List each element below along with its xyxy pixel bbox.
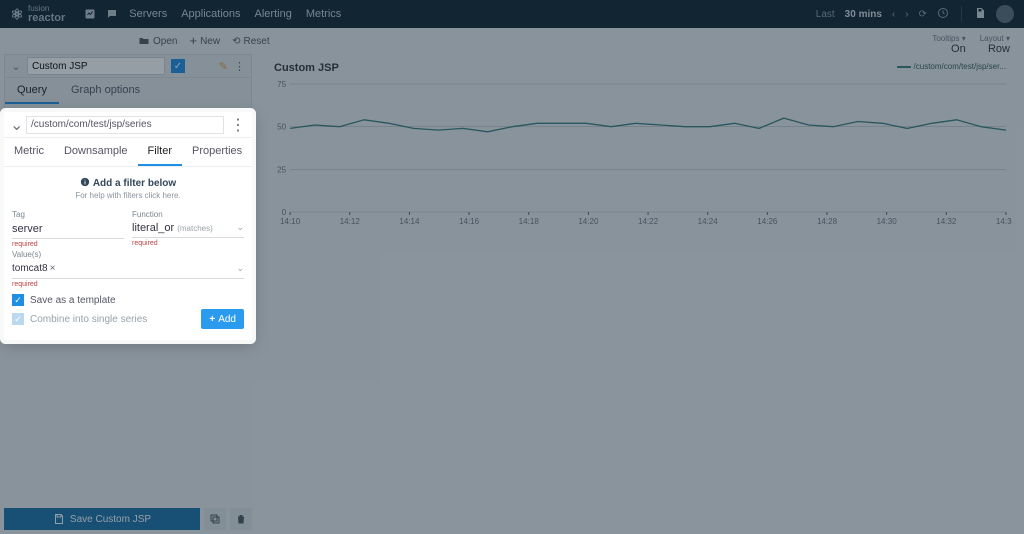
add-filter-button[interactable]: +Add <box>201 309 244 329</box>
svg-text:14:22: 14:22 <box>638 217 659 226</box>
save-template-checkbox[interactable]: ✓ <box>12 294 24 306</box>
tab-metric[interactable]: Metric <box>4 138 54 166</box>
svg-text:14:34: 14:34 <box>996 217 1012 226</box>
layout-toggle[interactable]: Layout ▾Row <box>980 34 1010 55</box>
svg-text:14:18: 14:18 <box>519 217 540 226</box>
delete-button[interactable] <box>230 508 252 530</box>
svg-text:14:28: 14:28 <box>817 217 838 226</box>
clock-icon[interactable] <box>937 7 949 22</box>
panel-title-input[interactable] <box>27 57 165 75</box>
values-label: Value(s) <box>12 250 244 259</box>
svg-text:75: 75 <box>277 80 286 89</box>
save-dashboard-button[interactable]: Save Custom JSP <box>4 508 200 530</box>
combine-label: Combine into single series <box>30 314 147 325</box>
tab-query[interactable]: Query <box>5 78 59 104</box>
values-chevron-icon[interactable]: ⌄ <box>236 263 244 274</box>
tooltips-toggle[interactable]: Tooltips ▾On <box>932 34 965 55</box>
combine-checkbox[interactable]: ✓ <box>12 313 24 325</box>
tab-downsample[interactable]: Downsample <box>54 138 138 166</box>
svg-text:14:14: 14:14 <box>399 217 420 226</box>
svg-text:14:10: 14:10 <box>280 217 301 226</box>
tag-label: Tag <box>12 210 124 219</box>
function-required: required <box>132 240 244 247</box>
save-file-icon[interactable] <box>974 7 986 22</box>
reset-button[interactable]: ⟲Reset <box>232 36 270 47</box>
tag-select[interactable] <box>12 220 124 239</box>
refresh-icon[interactable]: ⟳ <box>919 9 927 20</box>
time-range-prefix: Last <box>816 9 835 20</box>
chart-legend[interactable]: /custom/com/test/jsp/ser... <box>897 62 1006 71</box>
metric-path-input[interactable] <box>26 116 224 134</box>
tab-properties[interactable]: Properties <box>182 138 252 166</box>
panel-collapse-icon[interactable]: ⌄ <box>11 60 21 73</box>
tab-filter[interactable]: Filter <box>138 138 182 166</box>
nav-servers[interactable]: Servers <box>129 8 167 20</box>
panel-visible-checkbox[interactable]: ✓ <box>171 59 185 73</box>
svg-text:50: 50 <box>277 123 286 132</box>
save-template-label: Save as a template <box>30 295 116 306</box>
chart-panel: Custom JSP /custom/com/test/jsp/ser... 1… <box>268 58 1012 244</box>
dashboard-icon[interactable] <box>79 3 101 25</box>
svg-text:14:26: 14:26 <box>757 217 778 226</box>
chat-icon[interactable] <box>101 3 123 25</box>
chevron-down-icon[interactable]: ⌄ <box>236 222 244 233</box>
nav-applications[interactable]: Applications <box>181 8 240 20</box>
app-topbar: fusionreactor Servers Applications Alert… <box>0 0 1024 28</box>
filter-editor-panel: ⌄ ⋮ Metric Downsample Filter Properties … <box>4 112 252 340</box>
function-select[interactable]: literal_or <box>132 222 174 234</box>
values-required: required <box>12 281 244 288</box>
new-button[interactable]: +New <box>189 36 220 47</box>
tab-graph-options[interactable]: Graph options <box>59 78 152 104</box>
tag-required: required <box>12 241 124 248</box>
svg-text:14:16: 14:16 <box>459 217 480 226</box>
function-label: Function <box>132 210 244 219</box>
metric-collapse-icon[interactable]: ⌄ <box>10 115 20 135</box>
time-range-value[interactable]: 30 mins <box>845 9 882 20</box>
copy-button[interactable] <box>204 508 226 530</box>
svg-text:14:20: 14:20 <box>578 217 599 226</box>
svg-text:25: 25 <box>277 165 286 174</box>
user-avatar[interactable] <box>996 5 1014 23</box>
remove-token-icon[interactable]: × <box>50 263 56 274</box>
nav-metrics[interactable]: Metrics <box>306 8 341 20</box>
svg-text:14:12: 14:12 <box>340 217 361 226</box>
svg-text:14:32: 14:32 <box>936 217 957 226</box>
brand-bottom-text: reactor <box>28 13 65 24</box>
open-button[interactable]: Open <box>138 35 177 47</box>
svg-text:14:24: 14:24 <box>698 217 719 226</box>
time-next-icon[interactable]: › <box>905 9 908 20</box>
brand-logo: fusionreactor <box>10 5 65 24</box>
function-hint: (matches) <box>177 224 213 233</box>
value-token[interactable]: tomcat8× <box>12 262 55 275</box>
svg-text:0: 0 <box>282 208 287 217</box>
edit-icon[interactable]: ✎ <box>219 60 228 73</box>
chart-svg[interactable]: 14:10 14:12 14:14 14:16 14:18 14:20 14:22 14:24… <box>268 78 1012 228</box>
filter-hint-sub[interactable]: For help with filters click here. <box>10 191 246 200</box>
metric-more-icon[interactable]: ⋮ <box>230 115 246 135</box>
time-prev-icon[interactable]: ‹ <box>892 9 895 20</box>
nav-alerting[interactable]: Alerting <box>255 8 292 20</box>
svg-text:14:30: 14:30 <box>877 217 898 226</box>
filter-hint-title: Add a filter below <box>10 177 246 189</box>
panel-more-icon[interactable]: ⋮ <box>234 60 245 73</box>
